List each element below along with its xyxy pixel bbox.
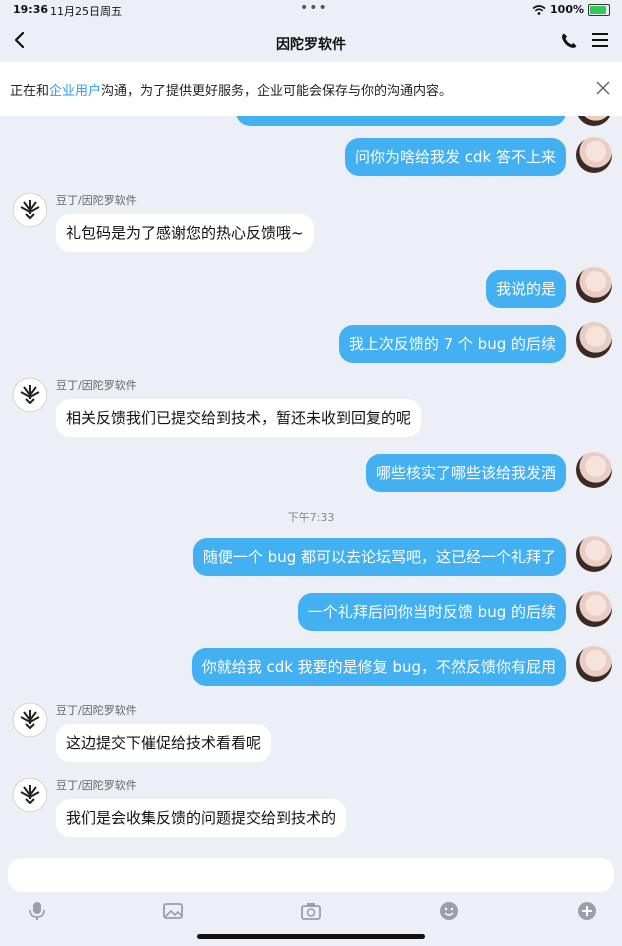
message-bubble-outgoing[interactable]: 哪些核实了哪些该给我发酒 xyxy=(365,454,566,492)
message-bubble-partial xyxy=(236,116,566,126)
message-bubble-outgoing[interactable]: 问你为啥给我发 cdk 答不上来 xyxy=(345,138,566,176)
status-time: 19:36 xyxy=(13,3,49,16)
bot-avatar-logo-icon xyxy=(12,702,48,738)
user-avatar[interactable] xyxy=(576,646,612,682)
battery-percent: 100% xyxy=(550,3,584,16)
notice-text: 正在和企业用户沟通，为了提供更好服务，企业可能会保存与你的沟通内容。 xyxy=(10,80,452,99)
microphone-icon[interactable] xyxy=(26,900,48,922)
bot-avatar[interactable] xyxy=(12,192,48,228)
user-avatar[interactable] xyxy=(576,322,612,358)
phone-icon[interactable] xyxy=(560,32,578,50)
menu-icon[interactable] xyxy=(592,33,608,47)
bot-avatar-logo-icon xyxy=(12,192,48,228)
emoji-icon[interactable] xyxy=(438,900,460,922)
battery-icon xyxy=(588,3,610,16)
user-avatar[interactable] xyxy=(576,137,612,173)
sender-name: 豆丁/因陀罗软件 xyxy=(56,704,137,717)
message-bubble-outgoing[interactable]: 随便一个 bug 都可以去论坛骂吧，这已经一个礼拜了 xyxy=(192,538,566,576)
message-bubble-outgoing[interactable]: 一个礼拜后问你当时反馈 bug 的后续 xyxy=(297,593,566,631)
bot-avatar[interactable] xyxy=(12,777,48,813)
bot-avatar-logo-icon xyxy=(12,777,48,813)
sender-name: 豆丁/因陀罗软件 xyxy=(56,379,137,392)
chat-message-list[interactable]: 问你为啥给我发 cdk 答不上来 豆丁/因陀罗软件 礼包码是为了感谢您的热心反馈… xyxy=(0,116,622,854)
user-avatar[interactable] xyxy=(576,591,612,627)
close-icon[interactable] xyxy=(596,81,610,95)
home-indicator[interactable] xyxy=(197,934,425,939)
message-bubble-incoming[interactable]: 礼包码是为了感谢您的热心反馈哦~ xyxy=(56,214,314,252)
user-avatar[interactable] xyxy=(576,452,612,488)
status-date: 11月25日周五 xyxy=(50,5,122,18)
message-timestamp: 下午7:33 xyxy=(287,511,335,524)
wifi-icon xyxy=(532,4,546,15)
plus-icon[interactable] xyxy=(576,900,598,922)
bot-avatar[interactable] xyxy=(12,377,48,413)
user-avatar[interactable] xyxy=(576,267,612,303)
image-icon[interactable] xyxy=(162,900,184,922)
chat-title: 因陀罗软件 xyxy=(276,37,346,53)
notice-prefix: 正在和 xyxy=(10,84,50,99)
message-bubble-outgoing[interactable]: 我说的是 xyxy=(485,270,566,308)
message-bubble-outgoing[interactable]: 我上次反馈的 7 个 bug 的后续 xyxy=(338,325,566,363)
multitasking-dots-icon[interactable]: ••• xyxy=(300,0,328,16)
message-bubble-outgoing[interactable]: 你就给我 cdk 我要的是修复 bug，不然反馈你有屁用 xyxy=(191,648,566,686)
privacy-notice: 正在和企业用户沟通，为了提供更好服务，企业可能会保存与你的沟通内容。 xyxy=(0,62,622,116)
user-avatar[interactable] xyxy=(576,536,612,572)
chat-header: 因陀罗软件 xyxy=(0,22,622,62)
sender-name: 豆丁/因陀罗软件 xyxy=(56,779,137,792)
notice-suffix: 沟通，为了提供更好服务，企业可能会保存与你的沟通内容。 xyxy=(101,84,453,99)
enterprise-user-link[interactable]: 企业用户 xyxy=(49,84,101,99)
bot-avatar-logo-icon xyxy=(12,377,48,413)
message-input[interactable] xyxy=(8,858,614,892)
message-bubble-incoming[interactable]: 这边提交下催促给技术看看呢 xyxy=(56,724,272,762)
camera-icon[interactable] xyxy=(300,900,322,922)
input-toolbar xyxy=(0,896,622,926)
status-right: 100% xyxy=(532,3,610,16)
status-bar: 19:36 11月25日周五 ••• 100% xyxy=(0,0,622,22)
bot-avatar[interactable] xyxy=(12,702,48,738)
sender-name: 豆丁/因陀罗软件 xyxy=(56,194,137,207)
message-bubble-incoming[interactable]: 我们是会收集反馈的问题提交给到技术的 xyxy=(56,799,347,837)
message-bubble-incoming[interactable]: 相关反馈我们已提交给到技术，暂还未收到回复的呢 xyxy=(56,399,422,437)
user-avatar[interactable] xyxy=(576,116,612,126)
